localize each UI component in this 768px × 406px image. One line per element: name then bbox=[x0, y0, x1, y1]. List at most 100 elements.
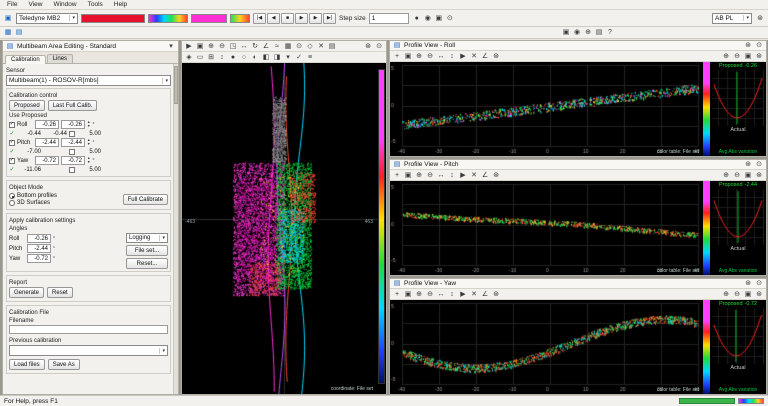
pin-icon[interactable]: ⊙ bbox=[374, 41, 384, 51]
pitch-error-curve[interactable] bbox=[712, 189, 764, 245]
zoom-in-icon[interactable]: ⊕ bbox=[721, 51, 731, 61]
save-layout-icon[interactable]: ▤ bbox=[14, 28, 24, 38]
add-view-icon[interactable]: ⊞ bbox=[206, 52, 216, 62]
zoom-window-icon[interactable]: ▣ bbox=[195, 41, 205, 51]
pin-icon[interactable]: ⊙ bbox=[754, 160, 764, 170]
gear-icon[interactable]: ⊛ bbox=[754, 51, 764, 61]
menu-tools[interactable]: Tools bbox=[83, 1, 108, 8]
apply-roll-field[interactable]: -0.26 bbox=[27, 234, 51, 243]
tab-lines[interactable]: Lines bbox=[46, 54, 74, 63]
color-scale-red-swatch[interactable] bbox=[81, 13, 145, 23]
pan-icon[interactable]: ↔ bbox=[436, 289, 446, 299]
target-icon[interactable]: ⊕ bbox=[583, 28, 593, 38]
grid-icon[interactable]: ▦ bbox=[283, 41, 293, 51]
zoom-window-icon[interactable]: ▣ bbox=[403, 51, 413, 61]
settings-icon[interactable]: ⊛ bbox=[491, 289, 501, 299]
fit-vertical-icon[interactable]: ↕ bbox=[447, 51, 457, 61]
gear-icon[interactable]: ⊛ bbox=[743, 279, 753, 289]
pitch-value-2[interactable]: -2.44 bbox=[61, 138, 85, 147]
3d-surfaces-radio[interactable] bbox=[9, 200, 15, 206]
goto-end-button[interactable]: ▶| bbox=[323, 12, 336, 24]
roll-error-curve[interactable] bbox=[712, 70, 764, 126]
new-layout-icon[interactable]: ▦ bbox=[3, 28, 13, 38]
zoom-in-icon[interactable]: ⊕ bbox=[414, 51, 424, 61]
previous-calibration-combo[interactable]: ▾ bbox=[9, 345, 168, 356]
erase-icon[interactable]: ✕ bbox=[469, 170, 479, 180]
step-forward-button[interactable]: ▶ bbox=[309, 12, 322, 24]
surface-icon[interactable]: ◈ bbox=[184, 52, 194, 62]
roll-checkbox[interactable]: ✓ bbox=[9, 121, 15, 128]
pitch-value-1[interactable]: -2.44 bbox=[35, 138, 59, 147]
goto-start-button[interactable]: |◀ bbox=[253, 12, 266, 24]
apply-pitch-field[interactable]: -2.44 bbox=[27, 244, 51, 253]
yaw-profile-canvas[interactable] bbox=[390, 300, 703, 392]
yaw-spinner[interactable]: ▲ ▼ bbox=[87, 156, 90, 165]
snapshot-icon[interactable]: ▣ bbox=[434, 13, 444, 23]
panel-menu-icon[interactable]: ▾ bbox=[166, 41, 176, 51]
apply-yaw-field[interactable]: -0.72 bbox=[27, 254, 51, 263]
erase-icon[interactable]: ✕ bbox=[469, 289, 479, 299]
pitch-checkbox[interactable]: ✓ bbox=[9, 139, 15, 146]
pitch-lock-checkbox[interactable] bbox=[69, 148, 75, 155]
point-select-icon[interactable]: ⊙ bbox=[294, 41, 304, 51]
tab-calibration[interactable]: Calibration bbox=[5, 55, 46, 64]
roll-lock-checkbox[interactable] bbox=[69, 130, 75, 137]
load-files-button[interactable]: Load files bbox=[9, 359, 45, 370]
select-icon[interactable]: ▶ bbox=[458, 51, 468, 61]
left-panel-scrollbar[interactable] bbox=[173, 64, 178, 394]
roll-profile-plot[interactable]: color table: File set bbox=[390, 62, 703, 156]
profile-icon[interactable]: ≈ bbox=[272, 41, 282, 51]
display-icon[interactable]: ▣ bbox=[561, 28, 571, 38]
report-reset-button[interactable]: Reset bbox=[47, 287, 73, 298]
select-icon[interactable]: ▶ bbox=[184, 41, 194, 51]
fit-icon[interactable]: ▣ bbox=[743, 170, 753, 180]
gear-icon[interactable]: ⊛ bbox=[743, 41, 753, 51]
fit-vertical-icon[interactable]: ↕ bbox=[447, 289, 457, 299]
angle-icon[interactable]: ∠ bbox=[480, 289, 490, 299]
pin-icon[interactable]: ⊙ bbox=[445, 13, 455, 23]
marker-icon[interactable]: ◉ bbox=[423, 13, 433, 23]
contrast-icon[interactable]: ◐ bbox=[250, 52, 260, 62]
eye-icon[interactable]: ◉ bbox=[572, 28, 582, 38]
stop-button[interactable]: ■ bbox=[281, 12, 294, 24]
fit-icon[interactable]: ▣ bbox=[743, 51, 753, 61]
select-icon[interactable]: ▶ bbox=[458, 170, 468, 180]
menu-help[interactable]: Help bbox=[109, 1, 132, 8]
zoom-extents-icon[interactable]: ◳ bbox=[228, 41, 238, 51]
scrollbar-thumb[interactable] bbox=[174, 66, 178, 104]
zoom-out-icon[interactable]: ⊖ bbox=[732, 289, 742, 299]
delete-icon[interactable]: ✕ bbox=[316, 41, 326, 51]
zoom-in-icon[interactable]: ⊕ bbox=[414, 289, 424, 299]
gear-icon[interactable]: ⊛ bbox=[754, 289, 764, 299]
check-icon[interactable]: ✓ bbox=[294, 52, 304, 62]
left-shade-icon[interactable]: ◧ bbox=[261, 52, 271, 62]
color-scale-magenta-swatch[interactable] bbox=[191, 13, 227, 23]
right-shade-icon[interactable]: ◨ bbox=[272, 52, 282, 62]
list-icon[interactable]: ≡ bbox=[305, 52, 315, 62]
yaw-profile-plot[interactable]: color table: File set bbox=[390, 300, 703, 394]
fit-vertical-icon[interactable]: ↕ bbox=[447, 170, 457, 180]
gear-icon[interactable]: ⊛ bbox=[743, 160, 753, 170]
zoom-out-icon[interactable]: ⊖ bbox=[425, 51, 435, 61]
menu-view[interactable]: View bbox=[23, 1, 47, 8]
yaw-error-curve[interactable] bbox=[712, 308, 764, 364]
rotate-icon[interactable]: ↻ bbox=[250, 41, 260, 51]
pin-icon[interactable]: ⊙ bbox=[754, 279, 764, 289]
full-calibrate-button[interactable]: Full Calibrate bbox=[122, 194, 168, 205]
roll-spinner[interactable]: ▲ ▼ bbox=[87, 120, 90, 129]
settings-icon[interactable]: ⊛ bbox=[491, 51, 501, 61]
sensor-combo[interactable]: Multibeam(1) - ROSOV-R[mbs] ▾ bbox=[6, 75, 171, 86]
yaw-value-2[interactable]: -0.72 bbox=[61, 156, 85, 165]
yaw-lock-checkbox[interactable] bbox=[69, 166, 75, 173]
layers-icon[interactable]: ▤ bbox=[327, 41, 337, 51]
angle-icon[interactable]: ∠ bbox=[480, 51, 490, 61]
polygon-icon[interactable]: ◇ bbox=[305, 41, 315, 51]
zoom-in-icon[interactable]: ⊕ bbox=[414, 170, 424, 180]
last-full-calib-button[interactable]: Last Full Calib. bbox=[47, 100, 98, 111]
zoom-out-icon[interactable]: ⊖ bbox=[425, 289, 435, 299]
filename-field[interactable] bbox=[9, 325, 168, 334]
logging-combo[interactable]: Logging ▾ bbox=[126, 233, 168, 243]
measure-icon[interactable]: ∠ bbox=[261, 41, 271, 51]
pin-icon[interactable]: ⊙ bbox=[754, 41, 764, 51]
yaw-value-1[interactable]: -0.72 bbox=[35, 156, 59, 165]
